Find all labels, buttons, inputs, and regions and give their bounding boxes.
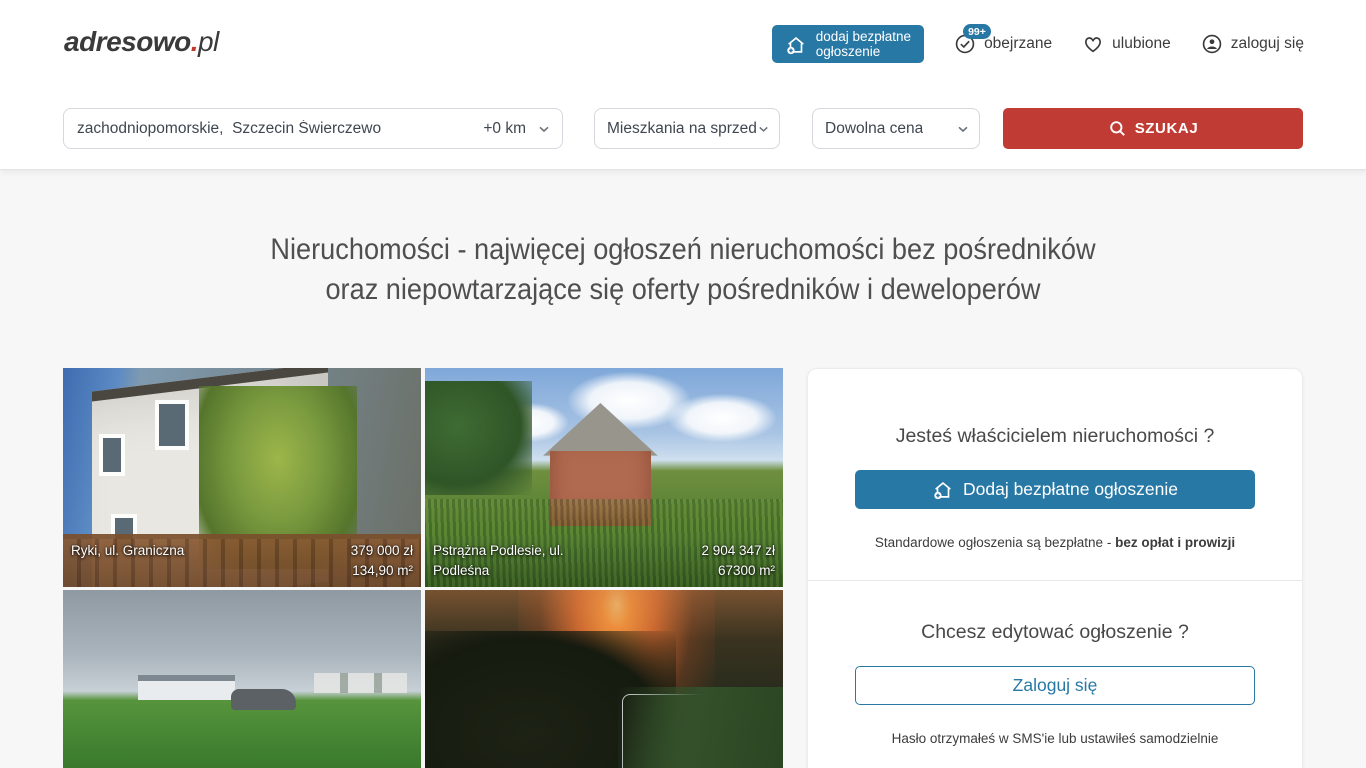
logo-name: adresowo (64, 26, 191, 57)
listing-label: Ryki, ul. Graniczna 379 000 zł 134,90 m² (63, 537, 421, 587)
user-circle-icon (1201, 33, 1223, 55)
search-button[interactable]: SZUKAJ (1003, 108, 1303, 149)
chevron-down-icon (955, 121, 971, 137)
password-note: Hasło otrzymałeś w SMS'ie lub ustawiłeś … (808, 731, 1302, 746)
listing-card[interactable]: Warszawa Białołęka, ul. 725 000 zł (425, 590, 783, 768)
nav-item-viewed[interactable]: 99+ obejrzane (954, 33, 1052, 55)
nav-login-label: zaloguj się (1231, 35, 1304, 53)
property-photo (63, 590, 421, 768)
listing-label: Pstrążna Podlesie, ul. Podleśna 2 904 34… (425, 537, 783, 587)
listing-address: Pstrążna Podlesie, ul. (433, 541, 564, 561)
price-select[interactable]: Dowolna cena (812, 108, 980, 149)
listing-card[interactable]: Ryki, ul. Graniczna 379 000 zł 134,90 m² (63, 368, 421, 587)
free-note-text: Standardowe ogłoszenia są bezpłatne - (875, 535, 1115, 550)
listing-price: 2 904 347 zł (701, 541, 775, 561)
category-value: Mieszkania na sprzeda (607, 120, 756, 138)
check-circle-icon: 99+ (954, 33, 976, 55)
logo-tld: pl (198, 26, 219, 57)
search-button-label: SZUKAJ (1135, 120, 1199, 137)
nav-favorites-label: ulubione (1112, 35, 1171, 53)
owner-heading: Jesteś właścicielem nieruchomości ? (808, 425, 1302, 448)
chevron-down-icon (756, 121, 771, 137)
top-nav: dodaj bezpłatne ogłoszenie 99+ obejrzane (772, 0, 1304, 88)
property-photo (425, 590, 783, 768)
page-title: Nieruchomości - najwięcej ogłoszeń nieru… (55, 230, 1312, 310)
logo[interactable]: adresowo.pl (64, 26, 219, 58)
nav-viewed-label: obejrzane (984, 35, 1052, 53)
search-icon (1108, 119, 1127, 138)
radius-select[interactable]: +0 km (483, 120, 552, 138)
category-select[interactable]: Mieszkania na sprzeda (594, 108, 780, 149)
login-button-label: Zaloguj się (1013, 675, 1098, 696)
nav-item-favorites[interactable]: ulubione (1082, 33, 1171, 55)
divider (808, 580, 1302, 581)
heart-icon (1082, 33, 1104, 55)
house-plus-icon (785, 33, 807, 55)
add-listing-button[interactable]: dodaj bezpłatne ogłoszenie (772, 25, 924, 63)
page-title-line1: Nieruchomości - najwięcej ogłoszeń nieru… (270, 233, 1095, 266)
listing-price: 379 000 zł (351, 541, 413, 561)
edit-heading: Chcesz edytować ogłoszenie ? (808, 621, 1302, 644)
location-field: +0 km (63, 108, 563, 149)
logo-dot: . (191, 26, 198, 57)
location-input[interactable] (77, 120, 477, 138)
listing-address-2: Podleśna (433, 561, 564, 581)
listing-card[interactable]: Kliniska Wielkie, Radosna 369 000 zł (63, 590, 421, 768)
add-free-listing-button[interactable]: Dodaj bezpłatne ogłoszenie (855, 470, 1255, 509)
listing-area: 67300 m² (701, 561, 775, 581)
viewed-count-badge: 99+ (963, 24, 991, 39)
page-title-line2: oraz niepowtarzające się oferty pośredni… (325, 273, 1040, 306)
add-listing-label-line2: ogłoszenie (816, 44, 881, 59)
free-note-bold: bez opłat i prowizji (1115, 535, 1235, 550)
header: adresowo.pl dodaj bezpłatne ogłoszenie (0, 0, 1366, 170)
radius-value: +0 km (483, 120, 526, 138)
listing-area: 134,90 m² (351, 561, 413, 581)
free-listings-note: Standardowe ogłoszenia są bezpłatne - be… (808, 535, 1302, 550)
login-button[interactable]: Zaloguj się (855, 666, 1255, 705)
house-plus-icon (932, 479, 954, 501)
page: adresowo.pl dodaj bezpłatne ogłoszenie (0, 0, 1366, 768)
owner-panel: Jesteś właścicielem nieruchomości ? Doda… (807, 368, 1303, 768)
listing-card[interactable]: Pstrążna Podlesie, ul. Podleśna 2 904 34… (425, 368, 783, 587)
add-listing-label-line1: dodaj bezpłatne (816, 29, 911, 44)
nav-item-login[interactable]: zaloguj się (1201, 33, 1304, 55)
listing-address: Ryki, ul. Graniczna (71, 541, 184, 561)
add-free-listing-label: Dodaj bezpłatne ogłoszenie (963, 479, 1178, 500)
chevron-down-icon (536, 121, 552, 137)
price-value: Dowolna cena (825, 120, 923, 138)
search-bar: +0 km Mieszkania na sprzeda Dowolna cena… (0, 108, 1366, 149)
